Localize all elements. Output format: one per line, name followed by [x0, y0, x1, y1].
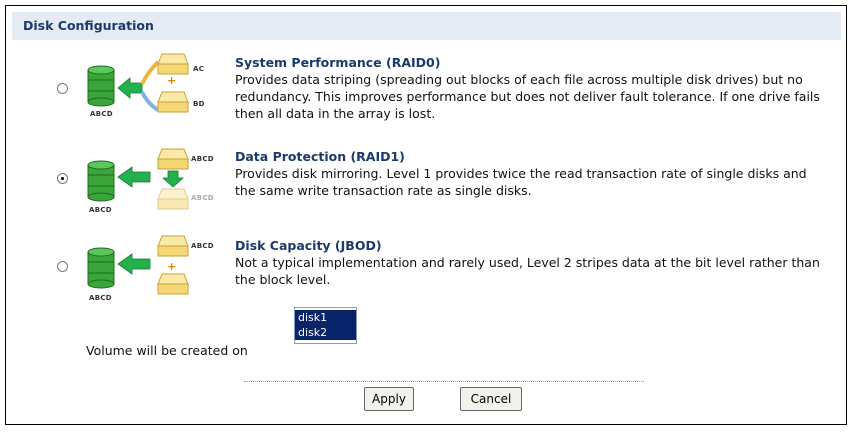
raid0-main-label: ABCD [90, 110, 113, 118]
raid1-bottom-label: ABCD [191, 194, 214, 202]
drive-icon [157, 235, 189, 257]
drive-icon [157, 148, 189, 170]
svg-text:+: + [167, 74, 176, 87]
raid1-top-label: ABCD [191, 155, 214, 163]
raid0-top-label: AC [193, 65, 205, 73]
drive-icon [157, 188, 189, 210]
jbod-main-label: ABCD [89, 294, 112, 302]
panel-title: Disk Configuration [23, 18, 154, 33]
raid1-main-label: ABCD [89, 206, 112, 214]
panel-header: Disk Configuration [12, 12, 841, 40]
svg-text:+: + [167, 260, 176, 273]
drive-icon [157, 273, 189, 295]
listbox-item-disk1[interactable]: disk1 [295, 310, 356, 325]
drive-icon [157, 91, 189, 113]
disk-stack-icon [87, 160, 115, 202]
jbod-top-label: ABCD [191, 242, 214, 250]
raid0-title: System Performance (RAID0) [235, 55, 441, 70]
raid0-description: Provides data striping (spreading out bl… [235, 72, 820, 121]
disk-stack-icon [87, 65, 115, 107]
raid1-radio[interactable] [57, 173, 68, 184]
disk-listbox[interactable]: disk1 disk2 [294, 307, 357, 344]
raid0-radio[interactable] [57, 83, 68, 94]
raid0-bottom-label: BD [193, 100, 205, 108]
disk-stack-icon [87, 247, 115, 289]
jbod-title: Disk Capacity (JBOD) [235, 238, 382, 253]
jbod-description: Not a typical implementation and rarely … [235, 255, 820, 287]
drive-icon [157, 53, 189, 75]
apply-button[interactable]: Apply [364, 387, 414, 411]
volume-label: Volume will be created on [86, 343, 248, 358]
divider [244, 381, 644, 382]
raid1-description: Provides disk mirroring. Level 1 provide… [235, 166, 807, 198]
jbod-radio[interactable] [57, 261, 68, 272]
raid1-title: Data Protection (RAID1) [235, 149, 405, 164]
listbox-item-disk2[interactable]: disk2 [295, 325, 356, 340]
cancel-button[interactable]: Cancel [460, 387, 522, 411]
